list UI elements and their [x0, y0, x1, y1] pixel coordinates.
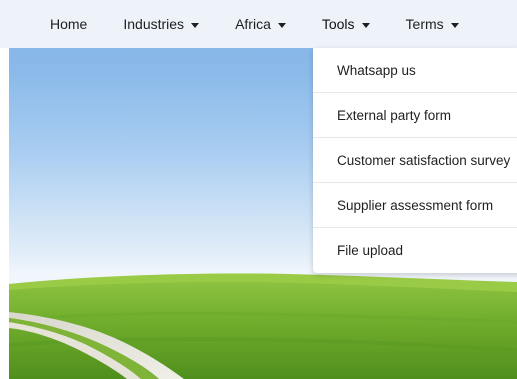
nav-tools-label: Tools [321, 16, 355, 32]
nav-industries[interactable]: Industries [123, 16, 200, 32]
menu-item-whatsapp-us[interactable]: Whatsapp us [313, 48, 517, 93]
menu-item-label: Customer satisfaction survey [337, 152, 511, 168]
menu-item-supplier-assessment-form[interactable]: Supplier assessment form [313, 183, 517, 228]
menu-item-label: File upload [337, 243, 404, 258]
menu-item-label: External party form [337, 107, 452, 123]
tools-dropdown-menu: Whatsapp us External party form Customer… [313, 48, 517, 273]
nav-africa[interactable]: Africa [235, 16, 286, 32]
nav-terms[interactable]: Terms [406, 16, 459, 32]
menu-item-label: Whatsapp us [337, 62, 416, 78]
nav-tools[interactable]: Tools [322, 16, 370, 32]
nav-home-label: Home [50, 16, 88, 32]
left-margin [0, 0, 9, 379]
nav-terms-label: Terms [405, 16, 444, 32]
menu-item-external-party-form[interactable]: External party form [313, 93, 517, 138]
nav-industries-label: Industries [123, 16, 185, 32]
caret-down-icon [450, 22, 459, 28]
top-navigation-bar: Home Industries Africa Tools Terms [0, 0, 517, 48]
nav-home[interactable]: Home [50, 16, 87, 32]
menu-item-file-upload[interactable]: File upload [313, 228, 517, 273]
nav-africa-label: Africa [235, 16, 271, 32]
caret-down-icon [361, 22, 370, 28]
menu-item-customer-satisfaction-survey[interactable]: Customer satisfaction survey [313, 138, 517, 183]
caret-down-icon [191, 22, 200, 28]
page: Home Industries Africa Tools Terms Whats… [0, 0, 517, 379]
menu-item-label: Supplier assessment form [337, 197, 494, 213]
caret-down-icon [277, 22, 286, 28]
